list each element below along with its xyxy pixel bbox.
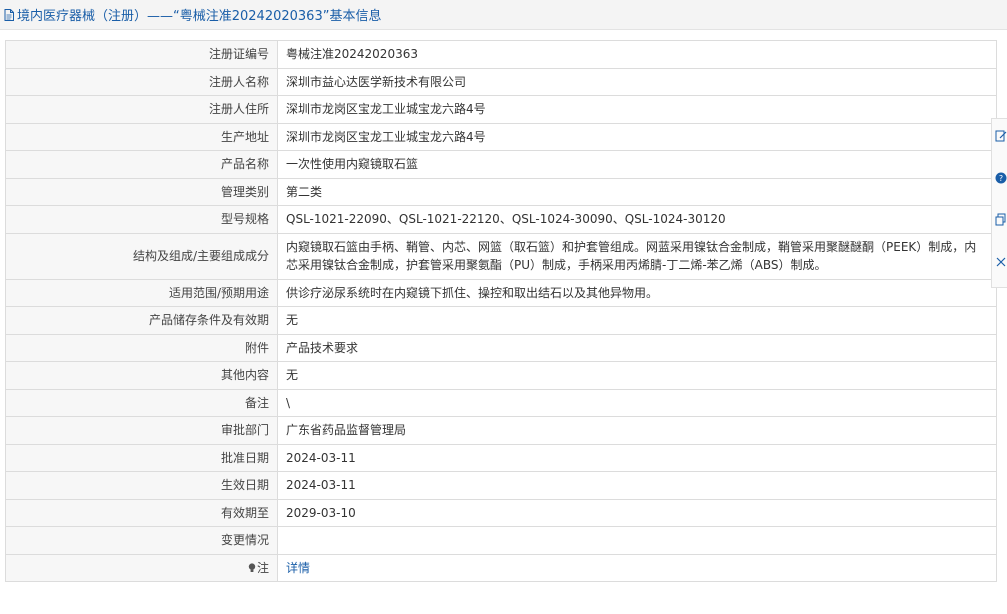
- info-table-container: 注册证编号 粤械注准20242020363 注册人名称 深圳市益心达医学新技术有限公司…: [5, 40, 997, 582]
- field-value: 产品技术要求: [277, 333, 997, 362]
- field-value: 深圳市益心达医学新技术有限公司: [277, 67, 997, 96]
- note-label: 注: [256, 560, 269, 575]
- note-label-cell: 注: [5, 553, 278, 582]
- field-label: 注册证编号: [5, 40, 278, 69]
- field-label: 注册人住所: [5, 95, 278, 124]
- table-row: 注册证编号 粤械注准20242020363: [5, 40, 997, 69]
- info-table: 注册证编号 粤械注准20242020363 注册人名称 深圳市益心达医学新技术有限公司…: [5, 40, 997, 582]
- field-label: 生产地址: [5, 122, 278, 151]
- field-value: 深圳市龙岗区宝龙工业城宝龙六路4号: [277, 122, 997, 151]
- field-value: 广东省药品监督管理局: [277, 416, 997, 445]
- field-label: 型号规格: [5, 205, 278, 234]
- note-row: 注 详情: [5, 553, 997, 582]
- field-value: 无: [277, 361, 997, 390]
- page-title: 境内医疗器械（注册）——“粤械注准20242020363”基本信息: [17, 9, 382, 24]
- table-row: 批准日期 2024-03-11: [5, 443, 997, 472]
- field-value: 供诊疗泌尿系统时在内窥镜下抓住、操控和取出结石以及其他异物用。: [277, 278, 997, 307]
- field-label: 产品储存条件及有效期: [5, 306, 278, 335]
- field-label: 其他内容: [5, 361, 278, 390]
- field-label: 产品名称: [5, 150, 278, 179]
- field-label: 注册人名称: [5, 67, 278, 96]
- details-link[interactable]: 详情: [286, 561, 310, 575]
- field-value: 2024-03-11: [277, 443, 997, 472]
- table-row: 型号规格 QSL-1021-22090、QSL-1021-22120、QSL-10…: [5, 205, 997, 234]
- field-label: 备注: [5, 388, 278, 417]
- field-value: 粤械注准20242020363: [277, 40, 997, 69]
- edit-icon[interactable]: [995, 129, 1007, 143]
- field-value: 无: [277, 306, 997, 335]
- table-row: 注册人名称 深圳市益心达医学新技术有限公司: [5, 67, 997, 96]
- table-row: 管理类别 第二类: [5, 177, 997, 206]
- table-row: 有效期至 2029-03-10: [5, 498, 997, 527]
- field-value: [277, 526, 997, 555]
- table-row: 适用范围/预期用途 供诊疗泌尿系统时在内窥镜下抓住、操控和取出结石以及其他异物用。: [5, 278, 997, 307]
- field-label: 批准日期: [5, 443, 278, 472]
- field-value: QSL-1021-22090、QSL-1021-22120、QSL-1024-3…: [277, 205, 997, 234]
- field-value: 一次性使用内窥镜取石篮: [277, 150, 997, 179]
- side-toolbar: ?: [991, 118, 1007, 288]
- svg-text:?: ?: [999, 174, 1003, 183]
- field-label: 生效日期: [5, 471, 278, 500]
- table-row: 结构及组成/主要组成成分 内窥镜取石篮由手柄、鞘管、内芯、网篮（取石篮）和护套管组…: [5, 232, 997, 280]
- table-row: 其他内容无: [5, 361, 997, 390]
- close-icon[interactable]: [995, 255, 1007, 269]
- table-row: 生效日期 2024-03-11: [5, 471, 997, 500]
- field-value: 深圳市龙岗区宝龙工业城宝龙六路4号: [277, 95, 997, 124]
- field-value: 内窥镜取石篮由手柄、鞘管、内芯、网篮（取石篮）和护套管组成。网蓝采用镍钛合金制成…: [277, 232, 997, 280]
- field-label: 审批部门: [5, 416, 278, 445]
- field-label: 结构及组成/主要组成成分: [5, 232, 278, 280]
- page-header: 境内医疗器械（注册）——“粤械注准20242020363”基本信息: [0, 0, 1007, 30]
- field-label: 变更情况: [5, 526, 278, 555]
- table-row: 生产地址 深圳市龙岗区宝龙工业城宝龙六路4号: [5, 122, 997, 151]
- field-value: 2029-03-10: [277, 498, 997, 527]
- table-row: 注册人住所 深圳市龙岗区宝龙工业城宝龙六路4号: [5, 95, 997, 124]
- field-label: 附件: [5, 333, 278, 362]
- table-row: 附件 产品技术要求: [5, 333, 997, 362]
- table-row: 变更情况: [5, 526, 997, 555]
- field-label: 有效期至: [5, 498, 278, 527]
- field-label: 管理类别: [5, 177, 278, 206]
- table-row: 备注 \: [5, 388, 997, 417]
- table-row: 审批部门 广东省药品监督管理局: [5, 416, 997, 445]
- copy-icon[interactable]: [995, 213, 1007, 227]
- field-value: 第二类: [277, 177, 997, 206]
- document-icon: [4, 8, 14, 21]
- lightbulb-icon: [248, 563, 256, 572]
- table-row: 产品储存条件及有效期无: [5, 306, 997, 335]
- field-value: 2024-03-11: [277, 471, 997, 500]
- help-icon[interactable]: ?: [995, 171, 1007, 185]
- field-label: 适用范围/预期用途: [5, 278, 278, 307]
- field-value: \: [277, 388, 997, 417]
- note-value-cell: 详情: [277, 553, 997, 582]
- table-row: 产品名称 一次性使用内窥镜取石篮: [5, 150, 997, 179]
